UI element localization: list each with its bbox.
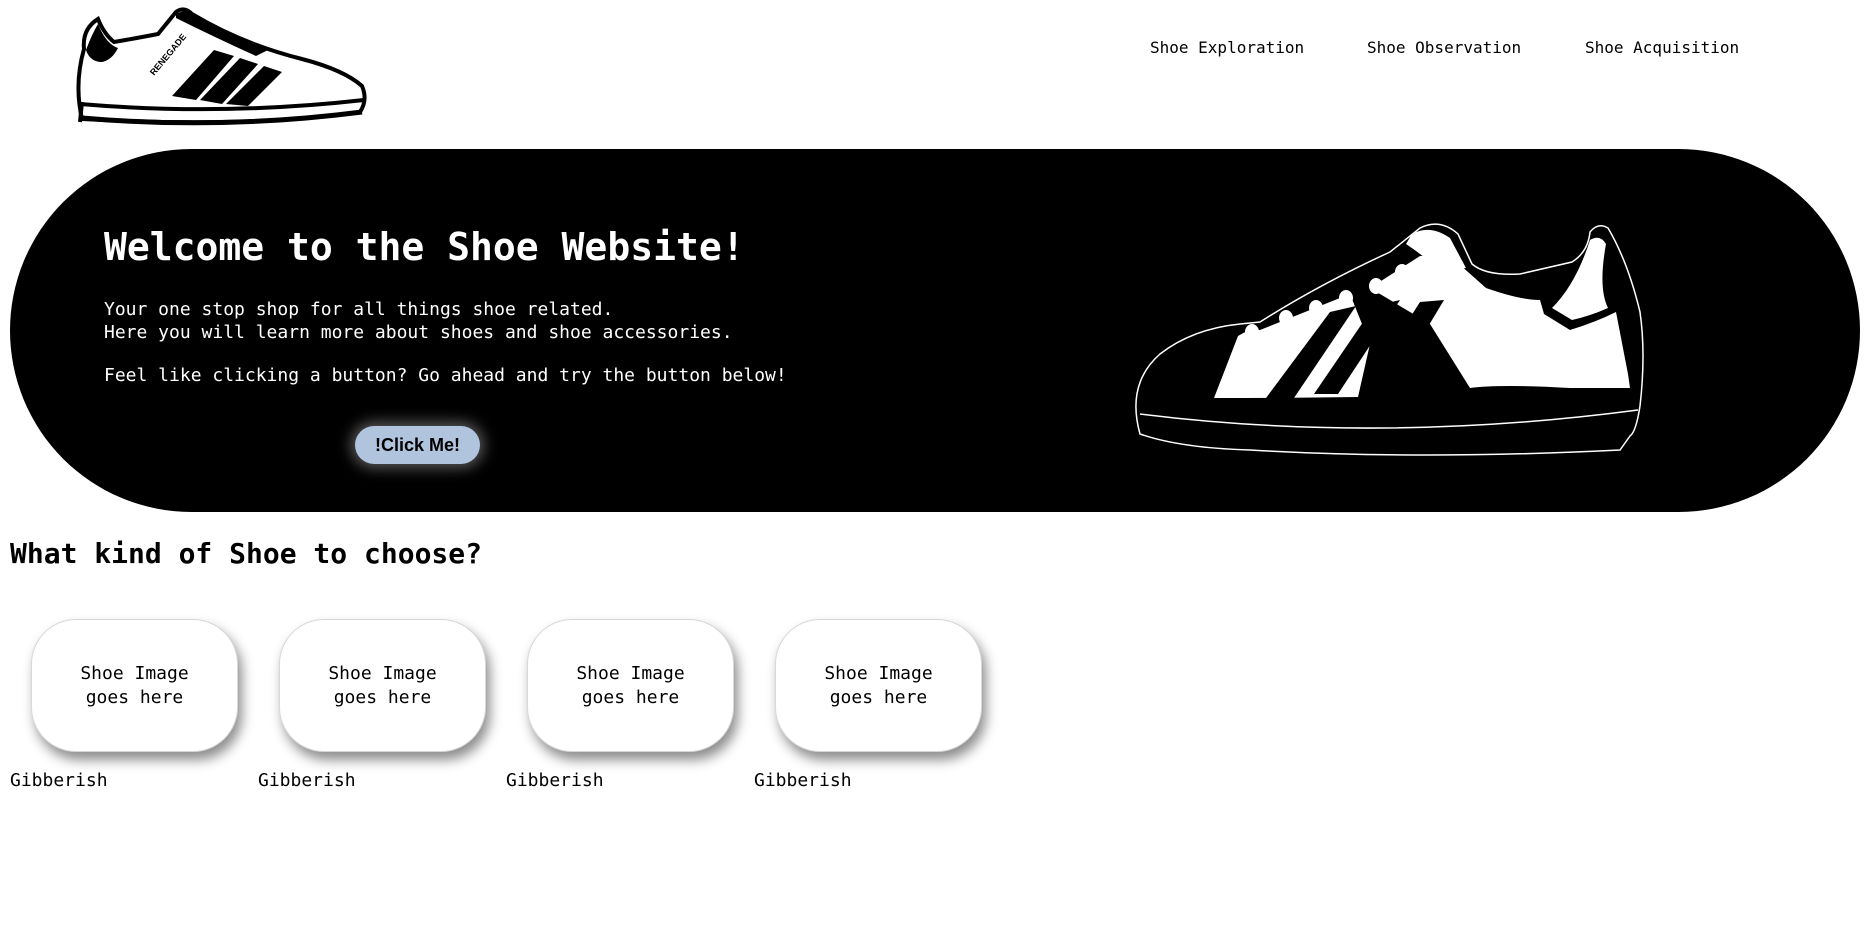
shoe-logo[interactable]: RENEGADE — [72, 4, 372, 134]
hero-title: Welcome to the Shoe Website! — [104, 225, 745, 269]
shoe-card[interactable]: Shoe Image goes here — [527, 619, 734, 752]
nav-shoe-exploration[interactable]: Shoe Exploration — [1150, 38, 1304, 57]
hero-shoe-image — [1135, 223, 1644, 456]
shoe-card[interactable]: Shoe Image goes here — [279, 619, 486, 752]
nav-shoe-observation[interactable]: Shoe Observation — [1367, 38, 1521, 57]
hero-prompt: Feel like clicking a button? Go ahead an… — [104, 365, 787, 386]
shoe-card-caption: Gibberish — [754, 770, 852, 791]
hero-tagline: Your one stop shop for all things shoe r… — [104, 299, 614, 320]
shoe-image-placeholder: Shoe Image goes here — [328, 662, 437, 708]
shoe-image-placeholder: Shoe Image goes here — [576, 662, 685, 708]
shoe-card-caption: Gibberish — [10, 770, 108, 791]
hero-description: Here you will learn more about shoes and… — [104, 322, 733, 343]
click-me-button[interactable]: !Click Me! — [355, 426, 480, 464]
shoe-card-caption: Gibberish — [258, 770, 356, 791]
hero-banner: Welcome to the Shoe Website! Your one st… — [10, 149, 1860, 512]
shoe-card-caption: Gibberish — [506, 770, 604, 791]
shoe-card[interactable]: Shoe Image goes here — [775, 619, 982, 752]
nav-shoe-acquisition[interactable]: Shoe Acquisition — [1585, 38, 1739, 57]
shoe-image-placeholder: Shoe Image goes here — [80, 662, 189, 708]
shoe-card[interactable]: Shoe Image goes here — [31, 619, 238, 752]
section-title: What kind of Shoe to choose? — [10, 537, 483, 570]
top-nav: Shoe Exploration Shoe Observation Shoe A… — [0, 38, 1869, 62]
shoe-image-placeholder: Shoe Image goes here — [824, 662, 933, 708]
